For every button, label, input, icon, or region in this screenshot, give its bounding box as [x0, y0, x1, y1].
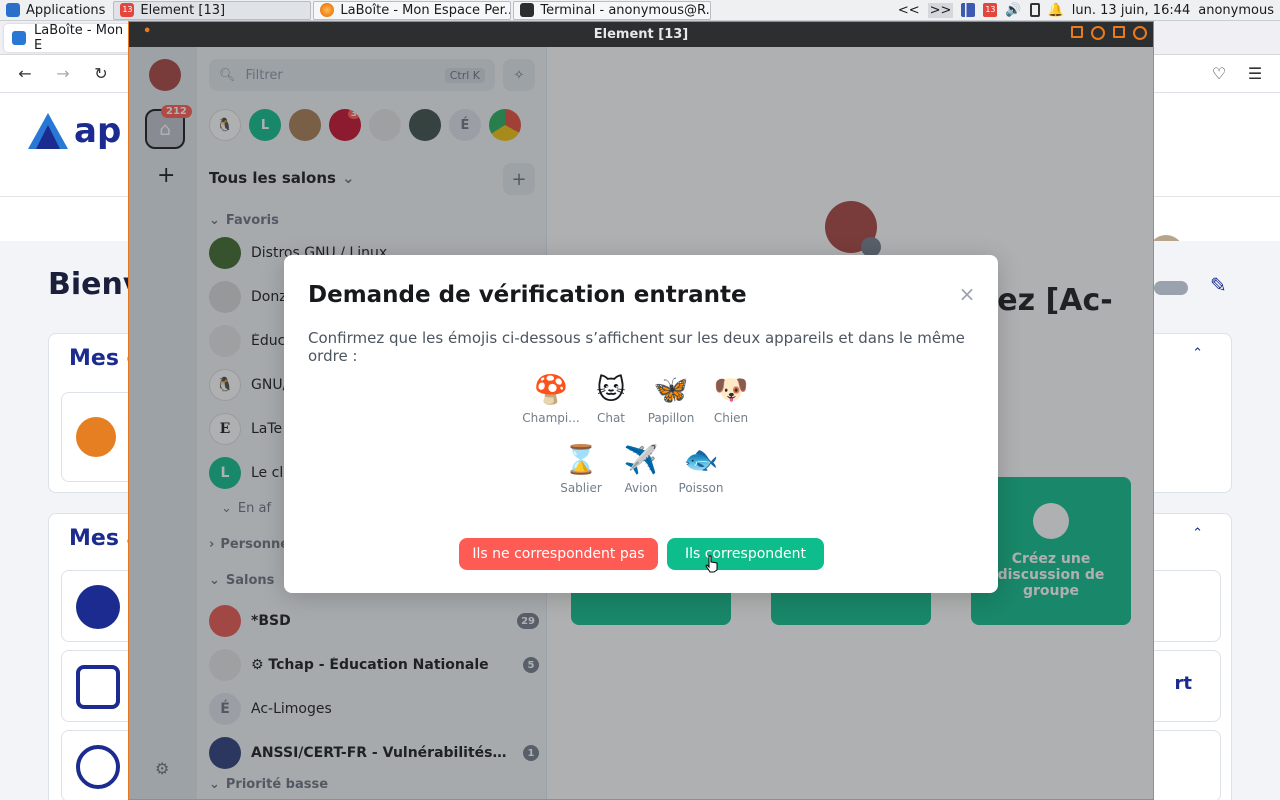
- laboite-logo-text: ap: [74, 111, 122, 151]
- person-icon: [76, 745, 120, 789]
- laboite-favicon: [12, 30, 26, 45]
- applications-menu[interactable]: Applications: [0, 0, 111, 21]
- emoji-cat: 🐱 Chat: [581, 373, 641, 425]
- emoji-label: Poisson: [678, 481, 724, 495]
- emoji-label: Chat: [596, 411, 626, 425]
- workspace-prev-button[interactable]: <<: [898, 3, 920, 18]
- emoji-label: Sablier: [560, 481, 602, 495]
- verification-dialog: Demande de vérification entrante × Confi…: [284, 255, 998, 593]
- task-element-label: Element [13]: [140, 2, 226, 18]
- emoji-mushroom: 🍄 Champi...: [521, 373, 581, 425]
- edit-pencil-icon[interactable]: ✎: [1210, 273, 1227, 297]
- airplane-icon: ✈️: [623, 443, 659, 476]
- element-app: ⌂ 212 + ⚙ 🔍︎ Filtrer Ctrl K ✧ 🐧 L 3 É To…: [129, 47, 1153, 799]
- xfce-icon: [6, 3, 20, 17]
- battery-icon[interactable]: [1029, 3, 1040, 17]
- terminal-icon: [520, 3, 535, 17]
- emoji-hourglass: ⌛ Sablier: [551, 443, 611, 495]
- forward-arrow-icon[interactable]: →: [54, 64, 72, 83]
- notification-bell-icon[interactable]: 🔔: [1048, 3, 1064, 18]
- laboite-logo-icon: [28, 113, 68, 149]
- window-minimize-icon[interactable]: [1091, 26, 1105, 40]
- shield-icon: [76, 417, 116, 457]
- task-element[interactable]: 13 Element [13]: [113, 0, 312, 20]
- emoji-row-2: ⌛ Sablier ✈️ Avion 🐟 Poisson: [284, 443, 998, 495]
- emoji-label: Chien: [713, 411, 749, 425]
- task-firefox[interactable]: LaBoîte - Mon Espace Per...: [313, 0, 512, 20]
- window-stick-icon[interactable]: [1071, 26, 1083, 38]
- emoji-dog: 🐶 Chien: [701, 373, 761, 425]
- task-terminal[interactable]: Terminal - anonymous@R...: [513, 0, 712, 20]
- hourglass-icon: ⌛: [563, 443, 599, 476]
- firefox-icon: [320, 3, 335, 17]
- firefox-tab-label: LaBoîte - Mon E: [34, 22, 124, 53]
- dialog-description: Confirmez que les émojis ci-dessous s’af…: [308, 329, 965, 365]
- taskbar: Applications 13 Element [13] LaBoîte - M…: [0, 0, 1280, 21]
- emoji-label: Papillon: [647, 411, 695, 425]
- butterfly-icon: 🦋: [653, 373, 689, 406]
- video-icon: [76, 665, 120, 709]
- cat-icon: 🐱: [596, 373, 626, 406]
- toggle-switch[interactable]: [1154, 281, 1188, 295]
- hand-cursor-icon: [705, 555, 718, 573]
- window-menu-dot[interactable]: •: [143, 24, 151, 39]
- dialog-title: Demande de vérification entrante: [308, 282, 747, 308]
- emoji-airplane: ✈️ Avion: [611, 443, 671, 495]
- clock[interactable]: lun. 13 juin, 16:44: [1072, 3, 1190, 18]
- back-arrow-icon[interactable]: ←: [16, 64, 34, 83]
- task-firefox-label: LaBoîte - Mon Espace Per...: [340, 2, 512, 18]
- task-terminal-label: Terminal - anonymous@R...: [540, 2, 712, 18]
- collapse-icon-2[interactable]: ⌃: [1192, 526, 1203, 541]
- reload-icon[interactable]: ↻: [92, 64, 110, 83]
- workspace-next-button[interactable]: >>: [927, 2, 954, 18]
- app-link-fragment: rt: [1174, 673, 1192, 694]
- emoji-row-1: 🍄 Champi... 🐱 Chat 🦋 Papillon 🐶 Chien: [284, 373, 998, 425]
- close-icon[interactable]: ×: [958, 284, 976, 304]
- emoji-fish: 🐟 Poisson: [671, 443, 731, 495]
- emoji-butterfly: 🦋 Papillon: [641, 373, 701, 425]
- mismatch-button[interactable]: Ils ne correspondent pas: [459, 538, 658, 570]
- applications-label: Applications: [26, 2, 106, 18]
- element-app-icon: 13: [120, 3, 135, 17]
- hamburger-menu-icon[interactable]: ☰: [1246, 64, 1264, 83]
- emoji-label: Champi...: [522, 411, 580, 425]
- element-titlebar: • Element [13]: [129, 22, 1153, 47]
- window-maximize-icon[interactable]: [1113, 26, 1125, 38]
- firefox-tab-laboite[interactable]: LaBoîte - Mon E: [4, 22, 139, 53]
- fish-icon: 🐟: [683, 443, 719, 476]
- match-button[interactable]: Ils correspondent: [667, 538, 824, 570]
- emoji-label: Avion: [624, 481, 658, 495]
- collapse-icon[interactable]: ⌃: [1192, 346, 1203, 361]
- laboite-logo[interactable]: ap: [26, 111, 121, 151]
- pocket-icon[interactable]: ♡: [1210, 64, 1228, 83]
- mushroom-icon: 🍄: [533, 373, 569, 406]
- element-window: • Element [13] ⌂ 212 + ⚙ 🔍︎ Filtrer Ctrl…: [128, 21, 1154, 800]
- dog-icon: 🐶: [713, 373, 749, 406]
- window-close-icon[interactable]: [1133, 26, 1147, 40]
- window-title: Element [13]: [593, 27, 689, 42]
- network-icon[interactable]: [961, 3, 976, 17]
- user-menu[interactable]: anonymous: [1198, 3, 1274, 18]
- volume-icon[interactable]: 🔊: [1005, 3, 1021, 18]
- element-tray-icon[interactable]: 13: [983, 3, 998, 17]
- calendar-icon: [76, 585, 120, 629]
